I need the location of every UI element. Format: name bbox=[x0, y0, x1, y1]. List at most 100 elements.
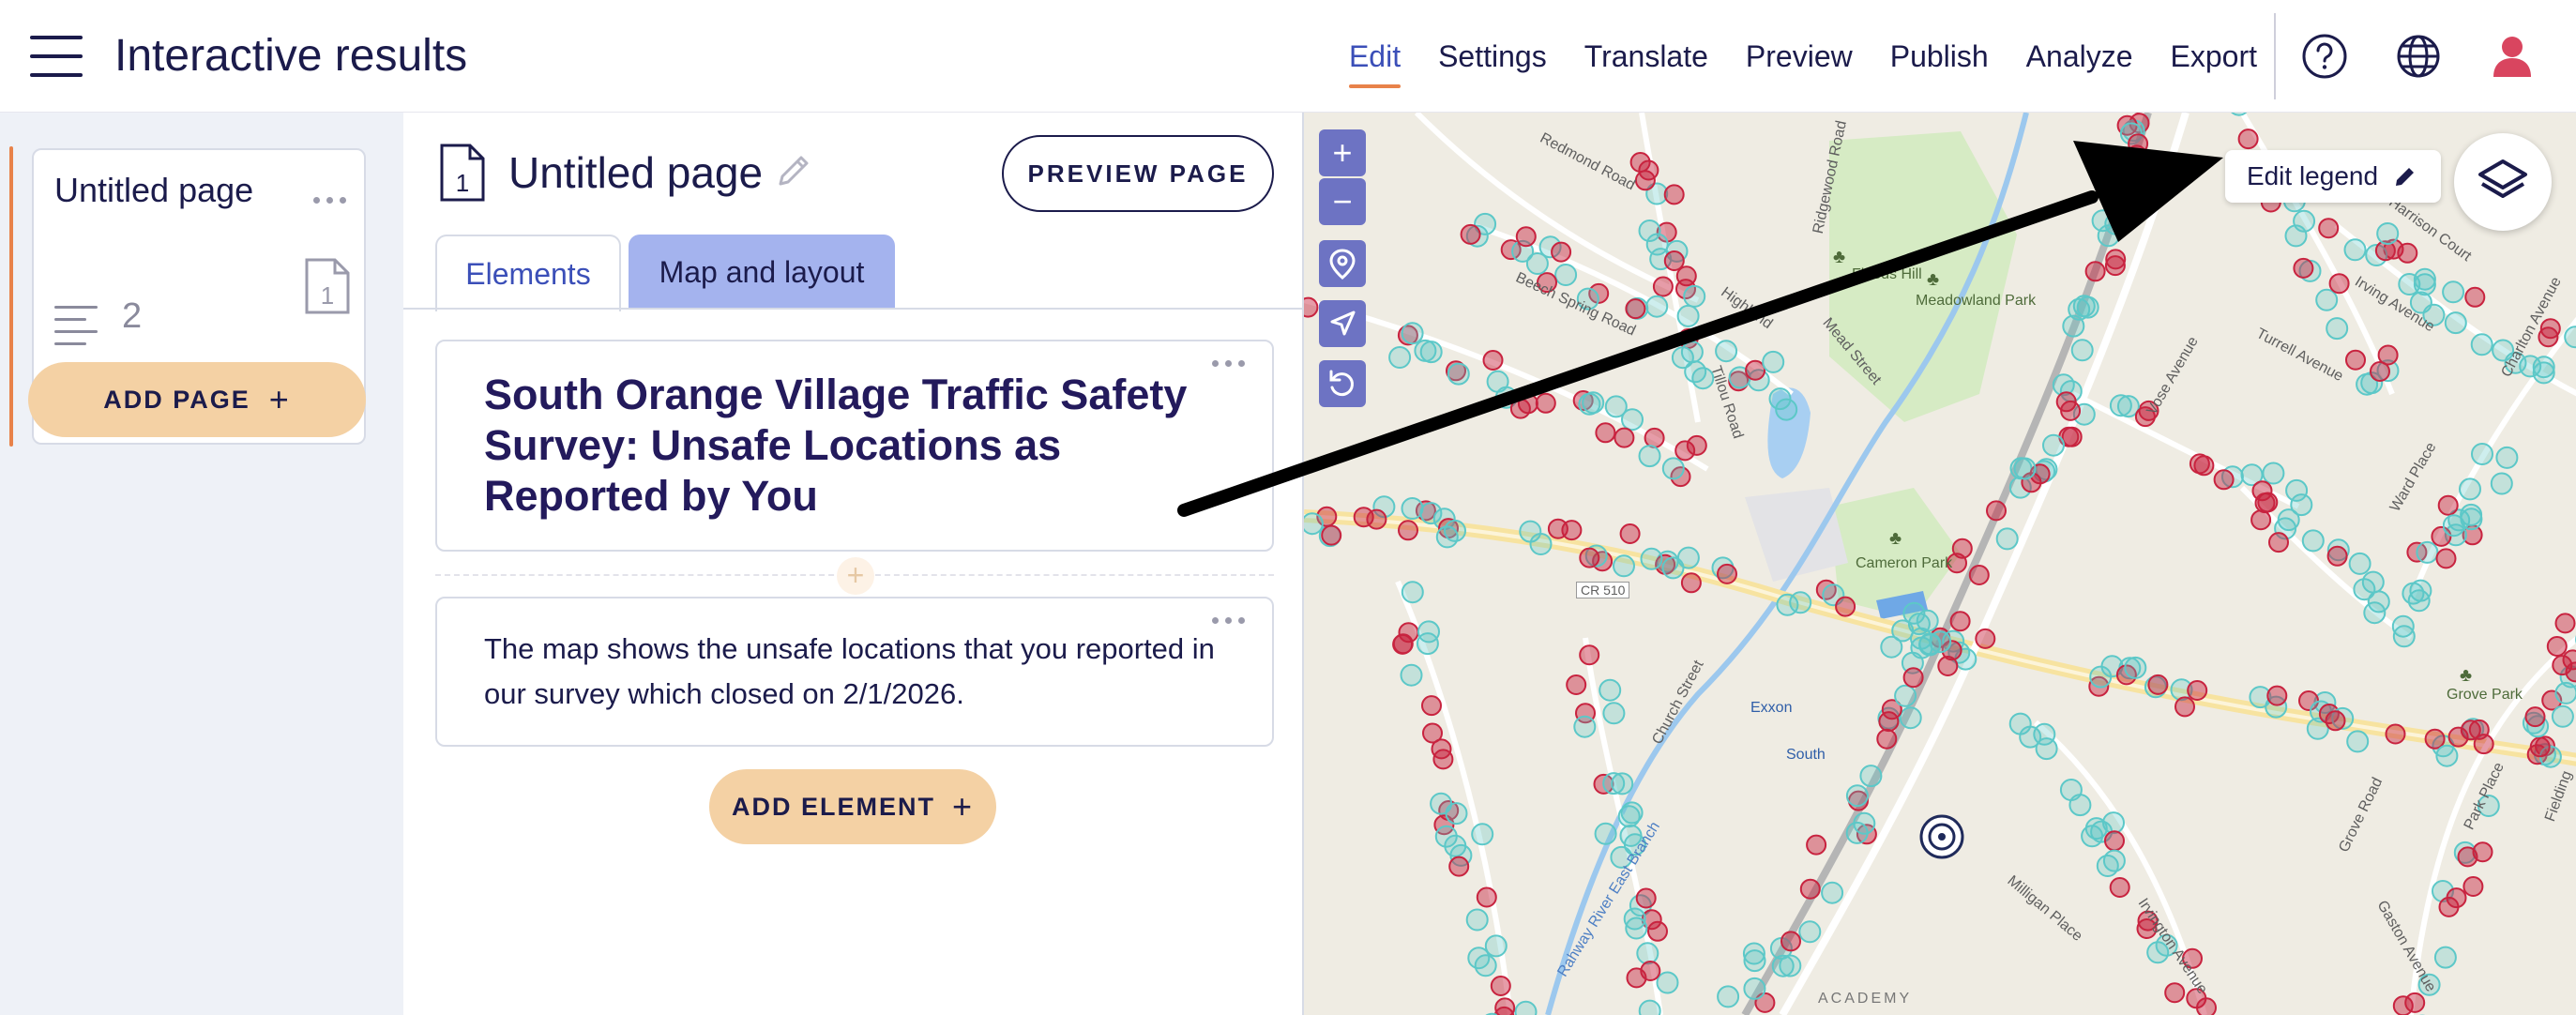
unsafe-location-marker[interactable] bbox=[1535, 392, 1556, 414]
reported-location-marker[interactable] bbox=[1929, 630, 1952, 654]
unsafe-location-marker[interactable] bbox=[2189, 453, 2210, 475]
unsafe-location-marker[interactable] bbox=[2554, 613, 2576, 634]
reported-location-marker[interactable] bbox=[1602, 772, 1626, 795]
reported-location-marker[interactable] bbox=[2495, 446, 2519, 469]
reported-location-marker[interactable] bbox=[1789, 591, 1812, 614]
unsafe-location-marker[interactable] bbox=[1876, 728, 1898, 750]
unsafe-location-marker[interactable] bbox=[2174, 696, 2195, 718]
text-element[interactable]: The map shows the unsafe locations that … bbox=[435, 597, 1274, 747]
unsafe-location-marker[interactable] bbox=[1614, 427, 1635, 448]
reported-location-marker[interactable] bbox=[2068, 794, 2092, 817]
page-options-icon[interactable] bbox=[311, 193, 349, 206]
reported-location-marker[interactable] bbox=[1715, 340, 1738, 363]
reported-location-marker[interactable] bbox=[2062, 314, 2085, 338]
reported-location-marker[interactable] bbox=[2407, 589, 2431, 613]
unsafe-location-marker[interactable] bbox=[2437, 494, 2459, 516]
reported-location-marker[interactable] bbox=[2301, 529, 2325, 553]
preview-page-button[interactable]: PREVIEW PAGE bbox=[1002, 135, 1274, 212]
reported-location-marker[interactable] bbox=[1471, 823, 1494, 846]
reported-location-marker[interactable] bbox=[1645, 295, 1669, 318]
unsafe-location-marker[interactable] bbox=[1835, 596, 1856, 617]
reported-location-marker[interactable] bbox=[2076, 295, 2099, 319]
unsafe-location-marker[interactable] bbox=[2213, 469, 2235, 491]
unsafe-location-marker[interactable] bbox=[1647, 920, 1668, 942]
reported-location-marker[interactable] bbox=[2551, 704, 2574, 728]
reported-location-marker[interactable] bbox=[2460, 508, 2483, 531]
reported-location-marker[interactable] bbox=[1638, 999, 1661, 1015]
reported-location-marker[interactable] bbox=[1578, 392, 1601, 416]
unsafe-location-marker[interactable] bbox=[2457, 846, 2478, 868]
unsafe-location-marker[interactable] bbox=[2325, 710, 2346, 732]
unsafe-location-marker[interactable] bbox=[2385, 723, 2406, 745]
unsafe-location-marker[interactable] bbox=[2084, 261, 2106, 282]
reported-location-marker[interactable] bbox=[1599, 678, 1622, 702]
zoom-out-button[interactable]: − bbox=[1319, 178, 1366, 225]
unsafe-location-marker[interactable] bbox=[1629, 152, 1651, 173]
reported-location-marker[interactable] bbox=[2042, 433, 2065, 457]
reported-location-marker[interactable] bbox=[1620, 801, 1644, 825]
reported-location-marker[interactable] bbox=[2376, 222, 2400, 245]
unsafe-location-marker[interactable] bbox=[1595, 422, 1616, 444]
unsafe-location-marker[interactable] bbox=[1432, 749, 1454, 770]
reported-location-marker[interactable] bbox=[1798, 920, 1822, 944]
unsafe-location-marker[interactable] bbox=[1902, 667, 1924, 689]
reported-location-marker[interactable] bbox=[2433, 946, 2457, 969]
reported-location-marker[interactable] bbox=[1401, 322, 1424, 345]
unsafe-location-marker[interactable] bbox=[1398, 520, 1418, 541]
reported-location-marker[interactable] bbox=[1661, 556, 1685, 580]
unsafe-location-marker[interactable] bbox=[1476, 886, 1497, 908]
reported-location-marker[interactable] bbox=[1401, 581, 1424, 604]
unsafe-location-marker[interactable] bbox=[2462, 876, 2484, 897]
reported-location-marker[interactable] bbox=[1661, 457, 1685, 480]
reported-location-marker[interactable] bbox=[1602, 702, 1626, 725]
unsafe-location-marker[interactable] bbox=[2126, 144, 2147, 166]
reported-location-marker[interactable] bbox=[1910, 627, 1932, 650]
reported-location-marker[interactable] bbox=[1400, 663, 1423, 687]
reported-location-marker[interactable] bbox=[2435, 744, 2459, 767]
nav-preview[interactable]: Preview bbox=[1746, 0, 1853, 113]
reported-location-marker[interactable] bbox=[2343, 238, 2367, 262]
unsafe-location-marker[interactable] bbox=[2268, 532, 2289, 553]
unsafe-location-marker[interactable] bbox=[1663, 184, 1685, 205]
reported-location-marker[interactable] bbox=[2284, 224, 2308, 248]
unsafe-location-marker[interactable] bbox=[2109, 877, 2130, 898]
unsafe-location-marker[interactable] bbox=[1745, 359, 1766, 381]
unsafe-location-marker[interactable] bbox=[1509, 398, 1531, 419]
reported-location-marker[interactable] bbox=[2326, 317, 2349, 341]
help-icon[interactable] bbox=[2300, 32, 2349, 81]
unsafe-location-marker[interactable] bbox=[1949, 611, 1971, 632]
unsafe-location-marker[interactable] bbox=[1579, 547, 1600, 568]
unsafe-location-marker[interactable] bbox=[2060, 400, 2082, 421]
user-avatar-icon[interactable] bbox=[2488, 32, 2537, 81]
unsafe-location-marker[interactable] bbox=[1975, 628, 1996, 649]
unsafe-location-marker[interactable] bbox=[2552, 655, 2573, 676]
unsafe-location-marker[interactable] bbox=[2546, 636, 2568, 657]
reported-location-marker[interactable] bbox=[2470, 333, 2493, 356]
unsafe-location-marker[interactable] bbox=[2164, 982, 2186, 1004]
reported-location-marker[interactable] bbox=[2262, 462, 2285, 485]
reported-location-marker[interactable] bbox=[1676, 304, 1700, 327]
reported-location-marker[interactable] bbox=[1779, 954, 1802, 977]
reported-location-marker[interactable] bbox=[1845, 784, 1869, 808]
reported-location-marker[interactable] bbox=[1853, 811, 1876, 835]
reported-location-marker[interactable] bbox=[1684, 360, 1707, 384]
unsafe-location-marker[interactable] bbox=[2251, 480, 2273, 502]
reported-location-marker[interactable] bbox=[1880, 635, 1903, 659]
unsafe-location-marker[interactable] bbox=[1460, 223, 1481, 245]
unsafe-location-marker[interactable] bbox=[1515, 226, 1537, 248]
headline-element[interactable]: South Orange Village Traffic Safety Surv… bbox=[435, 340, 1274, 552]
reported-location-marker[interactable] bbox=[1573, 715, 1597, 738]
reported-location-marker[interactable] bbox=[1414, 339, 1437, 362]
unsafe-location-marker[interactable] bbox=[2237, 129, 2259, 150]
menu-icon[interactable] bbox=[30, 36, 83, 79]
text-options-icon[interactable] bbox=[1210, 614, 1248, 627]
add-element-button[interactable]: ADD ELEMENT + bbox=[709, 769, 996, 844]
unsafe-location-marker[interactable] bbox=[1490, 976, 1511, 996]
reported-location-marker[interactable] bbox=[1514, 1000, 1538, 1015]
reported-location-marker[interactable] bbox=[2459, 477, 2481, 501]
nav-settings[interactable]: Settings bbox=[1438, 0, 1547, 113]
unsafe-location-marker[interactable] bbox=[2464, 286, 2486, 308]
nav-translate[interactable]: Translate bbox=[1584, 0, 1708, 113]
reported-location-marker[interactable] bbox=[1636, 942, 1659, 965]
nav-export[interactable]: Export bbox=[2171, 0, 2257, 113]
